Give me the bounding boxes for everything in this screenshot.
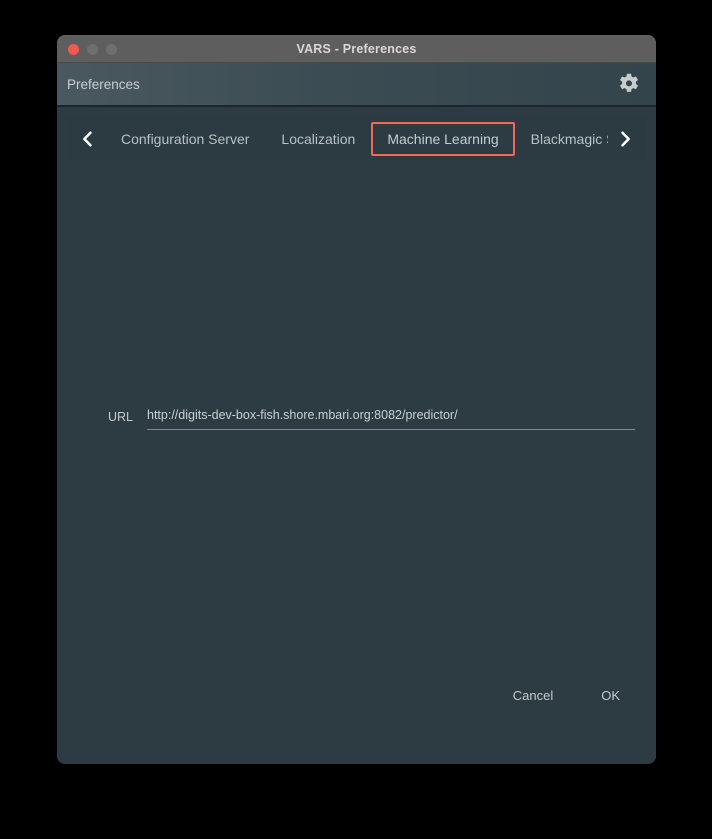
tab-scroll-right-button[interactable] bbox=[608, 119, 642, 159]
tab-label: Localization bbox=[281, 131, 356, 147]
tab-localization[interactable]: Localization bbox=[265, 122, 371, 156]
close-button[interactable] bbox=[68, 44, 79, 55]
cancel-button[interactable]: Cancel bbox=[503, 682, 563, 709]
url-input-wrapper bbox=[147, 406, 635, 430]
tab-label: Blackmagic S bbox=[530, 131, 608, 147]
chevron-left-icon bbox=[78, 129, 98, 149]
gear-icon[interactable] bbox=[616, 71, 642, 97]
tab-panel-machine-learning: URL Cancel OK bbox=[67, 161, 646, 719]
tab-machine-learning[interactable]: Machine Learning bbox=[371, 122, 515, 156]
tab-label: Configuration Server bbox=[121, 131, 250, 147]
url-input[interactable] bbox=[147, 408, 635, 422]
tab-bar: Configuration Server Localization Machin… bbox=[67, 117, 646, 161]
tab-configuration-server[interactable]: Configuration Server bbox=[105, 122, 265, 156]
maximize-button[interactable] bbox=[106, 44, 117, 55]
tab-list: Configuration Server Localization Machin… bbox=[105, 119, 608, 159]
tab-scroll-left-button[interactable] bbox=[71, 119, 105, 159]
tab-blackmagic-shuttle[interactable]: Blackmagic S bbox=[515, 122, 608, 156]
ok-button[interactable]: OK bbox=[591, 682, 630, 709]
preferences-header: Preferences bbox=[57, 63, 656, 107]
window-controls bbox=[68, 44, 117, 55]
preferences-window: VARS - Preferences Preferences Configura… bbox=[57, 35, 656, 764]
url-label: URL bbox=[107, 410, 133, 424]
chevron-right-icon bbox=[615, 129, 635, 149]
url-field-row: URL bbox=[89, 406, 635, 430]
tab-label: Machine Learning bbox=[387, 131, 499, 147]
preferences-body: Configuration Server Localization Machin… bbox=[57, 107, 656, 762]
page-title: Preferences bbox=[67, 76, 140, 92]
minimize-button[interactable] bbox=[87, 44, 98, 55]
dialog-footer: Cancel OK bbox=[503, 682, 630, 709]
window-title: VARS - Preferences bbox=[296, 41, 417, 56]
screen: VARS - Preferences Preferences Configura… bbox=[0, 0, 712, 839]
window-titlebar: VARS - Preferences bbox=[57, 35, 656, 63]
